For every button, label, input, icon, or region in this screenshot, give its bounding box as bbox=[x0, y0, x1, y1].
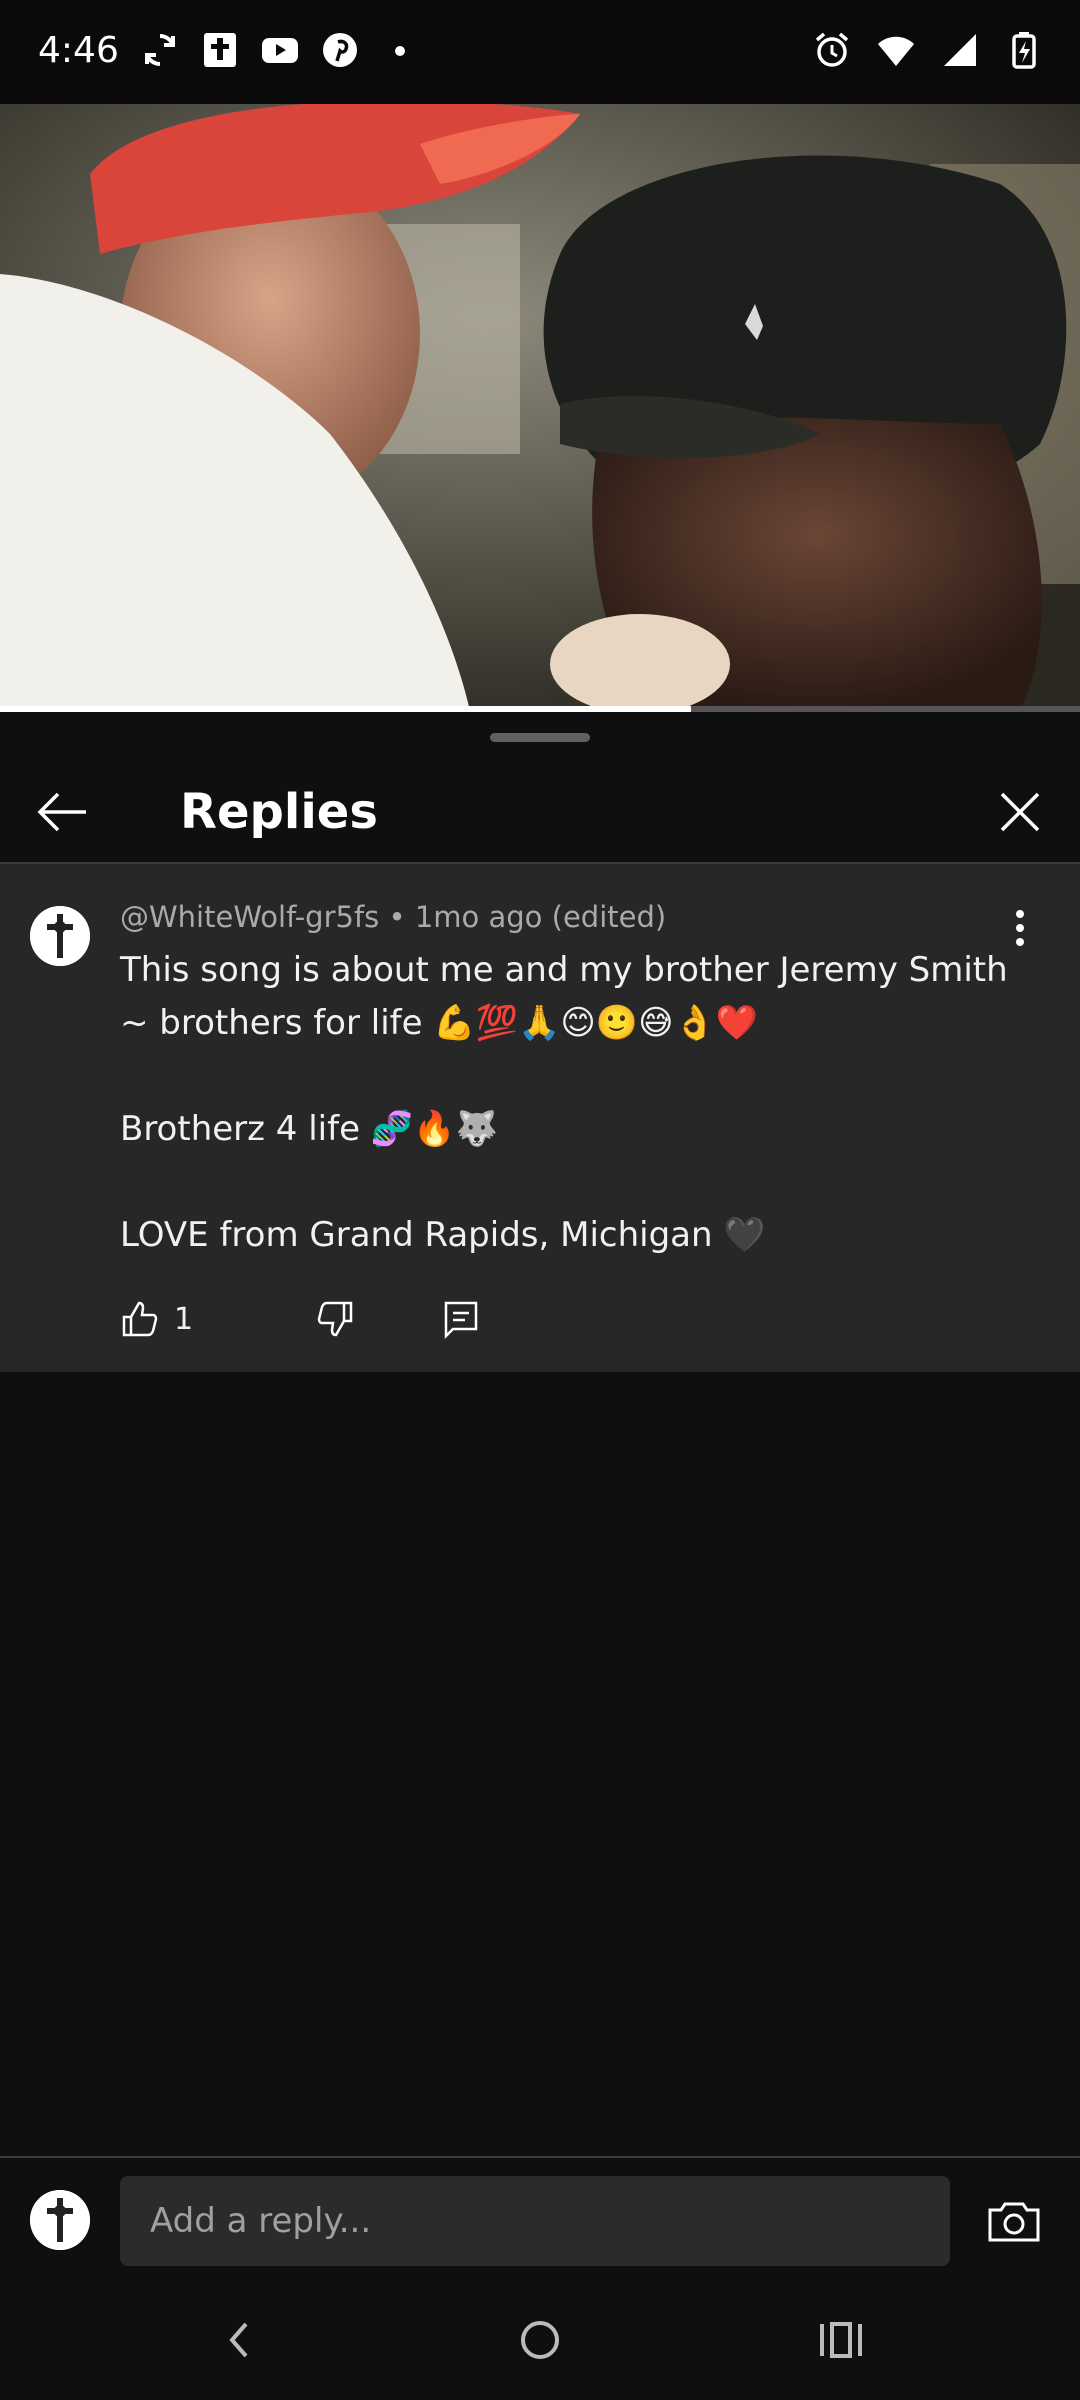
sheet-header: Replies bbox=[0, 762, 1080, 862]
back-button[interactable] bbox=[28, 778, 96, 846]
cross-avatar-icon bbox=[30, 906, 90, 966]
status-bar: 4:46 bbox=[0, 0, 1080, 104]
avatar[interactable] bbox=[30, 906, 90, 966]
thumbs-up-icon bbox=[122, 1301, 158, 1337]
thumbs-down-icon bbox=[317, 1301, 353, 1337]
home-circle-icon bbox=[521, 2321, 559, 2359]
arrow-left-icon bbox=[37, 792, 86, 832]
youtube-icon bbox=[262, 38, 298, 63]
comment-icon bbox=[444, 1301, 478, 1339]
sync-icon bbox=[145, 34, 175, 66]
dislike-button[interactable] bbox=[315, 1299, 355, 1339]
notification-icons bbox=[140, 30, 420, 70]
like-count: 1 bbox=[174, 1301, 194, 1337]
video-player[interactable] bbox=[0, 104, 1080, 711]
comment-text: This song is about me and my brother Jer… bbox=[120, 950, 1008, 1255]
sheet-title: Replies bbox=[180, 784, 378, 840]
like-button[interactable]: 1 bbox=[120, 1299, 193, 1339]
close-icon bbox=[1000, 792, 1040, 832]
drag-handle[interactable] bbox=[490, 733, 590, 742]
comment-card: @WhiteWolf-gr5fs • 1mo ago (edited) This… bbox=[0, 864, 1080, 1372]
replies-sheet: Replies @WhiteWolf-gr5fs • 1mo ago (edit… bbox=[0, 712, 1080, 2160]
camera-button[interactable] bbox=[986, 2194, 1042, 2250]
battery-charging-icon bbox=[1012, 32, 1036, 69]
dot-icon bbox=[395, 46, 405, 56]
video-frame bbox=[0, 104, 1080, 711]
comment-actions: 1 bbox=[120, 1294, 481, 1344]
nav-home-button[interactable] bbox=[510, 2310, 570, 2370]
avatar bbox=[30, 2190, 90, 2250]
chevron-left-icon bbox=[229, 2322, 248, 2358]
pinterest-icon bbox=[323, 33, 357, 67]
bible-app-icon bbox=[204, 33, 236, 67]
reply-input[interactable] bbox=[120, 2176, 950, 2266]
comment-meta: @WhiteWolf-gr5fs • 1mo ago (edited) bbox=[120, 900, 667, 934]
status-time: 4:46 bbox=[38, 30, 119, 71]
nav-recents-button[interactable] bbox=[810, 2310, 870, 2370]
wifi-icon bbox=[878, 36, 914, 66]
alarm-icon bbox=[815, 32, 849, 67]
camera-icon bbox=[988, 2202, 1040, 2242]
close-button[interactable] bbox=[986, 778, 1054, 846]
cross-avatar-icon bbox=[30, 2190, 90, 2250]
system-nav-bar bbox=[0, 2280, 1080, 2400]
system-icons bbox=[812, 30, 1044, 70]
recents-icon bbox=[820, 2322, 862, 2358]
signal-icon bbox=[944, 34, 976, 66]
nav-back-button[interactable] bbox=[210, 2310, 270, 2370]
reply-button[interactable] bbox=[441, 1299, 481, 1339]
reply-composer bbox=[0, 2156, 1080, 2280]
